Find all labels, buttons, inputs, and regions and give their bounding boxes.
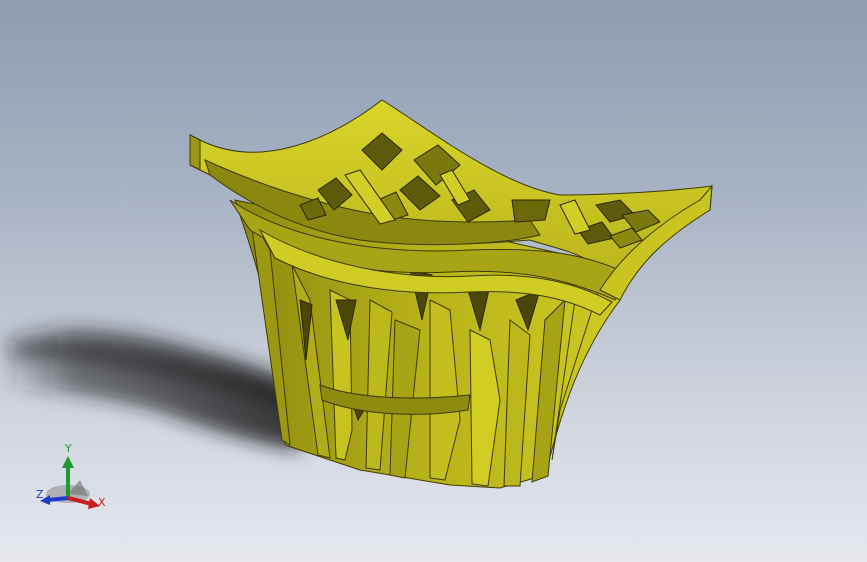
x-axis-label: X	[98, 496, 106, 509]
z-axis-label: Z	[36, 488, 44, 501]
model-shadow	[0, 327, 300, 450]
y-axis-label: Y	[64, 442, 72, 455]
model-scene[interactable]	[0, 0, 867, 562]
axis-triad: Y X Z	[36, 442, 106, 509]
graphics-viewport[interactable]: Y X Z	[0, 0, 867, 562]
